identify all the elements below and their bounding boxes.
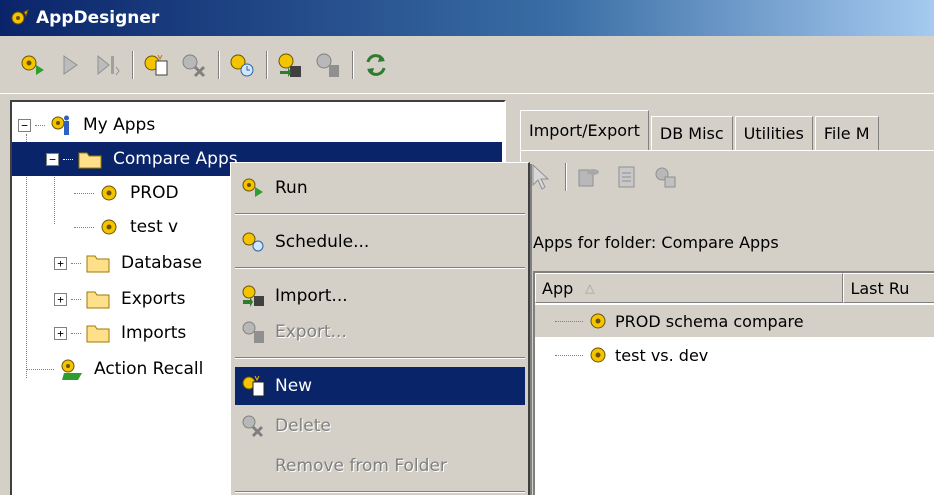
- tree-item-imports[interactable]: + Imports: [54, 316, 190, 350]
- app-gear-icon: [10, 8, 30, 28]
- menu-item-new[interactable]: New: [235, 367, 525, 405]
- tree-item-test[interactable]: test v: [74, 210, 182, 244]
- expand-icon[interactable]: +: [54, 326, 67, 340]
- menu-item-schedule[interactable]: Schedule...: [235, 223, 525, 261]
- menu-item-import[interactable]: Import...: [235, 277, 525, 315]
- tab-utilities[interactable]: Utilities: [734, 116, 813, 150]
- db-export-icon[interactable]: [573, 161, 605, 193]
- tree-item-exports[interactable]: + Exports: [54, 282, 190, 316]
- schedule-icon: [239, 229, 269, 255]
- expand-icon[interactable]: +: [54, 292, 67, 306]
- detail-panel: Import/Export DB Misc Utilities File M A…: [516, 100, 934, 495]
- main-toolbar: [0, 36, 934, 94]
- schedule-icon[interactable]: [226, 49, 258, 81]
- column-header-last-run[interactable]: Last Ru: [843, 273, 934, 303]
- tree-label: My Apps: [83, 115, 156, 135]
- toolbar-separator: [266, 50, 268, 79]
- action-recall-icon: [58, 357, 84, 381]
- menu-item-delete[interactable]: Delete: [235, 407, 525, 445]
- tab-file-m[interactable]: File M: [814, 116, 879, 150]
- list-header: App △ Last Ru: [535, 273, 934, 303]
- folder-icon: [85, 252, 111, 274]
- tree-item-action-recall[interactable]: Action Recall: [26, 352, 207, 386]
- menu-label: Run: [275, 178, 308, 198]
- menu-label: New: [275, 376, 313, 396]
- menu-separator: [235, 357, 525, 359]
- folder-icon: [85, 288, 111, 310]
- menu-label: Schedule...: [275, 232, 370, 252]
- run-app-icon[interactable]: [16, 49, 48, 81]
- column-label: App: [542, 278, 574, 298]
- app-gear-icon: [587, 310, 609, 332]
- menu-label: Delete: [275, 416, 331, 436]
- toolbar-separator: [565, 163, 567, 191]
- tree-label: Database: [121, 253, 203, 273]
- tree-label: Imports: [121, 323, 187, 343]
- context-menu: Run Schedule... Import... Export... New …: [230, 162, 530, 495]
- tree-item-prod[interactable]: PROD: [74, 176, 183, 210]
- tree-label: Compare Apps: [109, 147, 242, 171]
- export-icon: [239, 319, 269, 345]
- refresh-icon[interactable]: [360, 49, 392, 81]
- tree-label: PROD: [130, 183, 179, 203]
- collapse-icon[interactable]: −: [46, 152, 59, 166]
- menu-separator: [235, 267, 525, 269]
- menu-label: Remove from Folder: [275, 456, 447, 476]
- collapse-icon[interactable]: −: [18, 118, 31, 132]
- import-icon[interactable]: [274, 49, 306, 81]
- menu-item-export[interactable]: Export...: [235, 313, 525, 351]
- apps-list[interactable]: App △ Last Ru PROD schema compare test v…: [533, 271, 934, 495]
- menu-separator: [235, 213, 525, 215]
- toolbar-separator: [218, 50, 220, 79]
- tree-label: Action Recall: [94, 359, 204, 379]
- tree-item-my-apps[interactable]: − My Apps: [18, 108, 159, 142]
- expand-icon[interactable]: +: [54, 256, 67, 270]
- app-gear-icon: [98, 216, 120, 238]
- toolbar-separator: [132, 50, 134, 79]
- tree-label: Exports: [121, 289, 186, 309]
- folder-open-icon: [77, 148, 103, 170]
- tree-label: test v: [130, 217, 179, 237]
- menu-label: Import...: [275, 286, 348, 306]
- folder-label: Apps for folder: Compare Apps: [533, 233, 779, 252]
- new-app-icon[interactable]: [140, 49, 172, 81]
- app-gear-icon: [587, 344, 609, 366]
- tab-import-export[interactable]: Import/Export: [520, 110, 649, 150]
- sort-ascending-icon: △: [585, 281, 595, 295]
- delete-app-icon: [239, 413, 269, 439]
- tree-item-database[interactable]: + Database: [54, 246, 206, 280]
- menu-item-remove-from-folder[interactable]: Remove from Folder: [235, 447, 525, 485]
- toolbar-separator: [352, 50, 354, 79]
- panel-toolbar: [525, 159, 687, 195]
- window-title: AppDesigner: [36, 8, 160, 28]
- delete-app-icon[interactable]: [178, 49, 210, 81]
- import-icon: [239, 283, 269, 309]
- document-icon[interactable]: [611, 161, 643, 193]
- app-gear-icon: [98, 182, 120, 204]
- my-apps-icon: [49, 113, 73, 137]
- list-item[interactable]: test vs. dev: [535, 339, 708, 371]
- tab-content: Apps for folder: Compare Apps App △ Last…: [520, 150, 934, 495]
- folder-icon: [85, 322, 111, 344]
- menu-label: Export...: [275, 322, 347, 342]
- export-icon[interactable]: [312, 49, 344, 81]
- new-app-icon: [239, 373, 269, 399]
- tab-db-misc[interactable]: DB Misc: [650, 116, 733, 150]
- menu-separator: [235, 491, 525, 493]
- list-item-label: test vs. dev: [615, 345, 709, 365]
- title-bar: AppDesigner: [0, 0, 934, 36]
- gear-copy-icon[interactable]: [649, 161, 681, 193]
- tab-strip: Import/Export DB Misc Utilities File M: [520, 110, 881, 150]
- column-header-app[interactable]: App △: [535, 273, 844, 303]
- play-icon[interactable]: [54, 49, 86, 81]
- step-icon[interactable]: [92, 49, 124, 81]
- menu-item-run[interactable]: Run: [235, 169, 525, 207]
- run-app-icon: [239, 175, 269, 201]
- list-item[interactable]: PROD schema compare: [535, 305, 934, 337]
- list-item-label: PROD schema compare: [615, 311, 804, 331]
